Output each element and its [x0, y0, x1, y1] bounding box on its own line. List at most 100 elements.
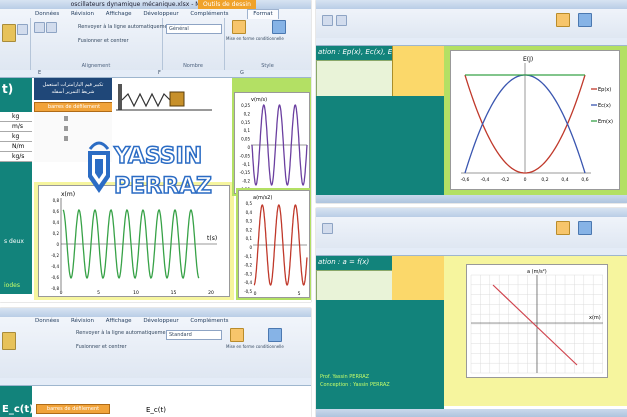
- ytick-label: 0,8: [53, 198, 60, 203]
- chart-v-yticks: 0,250,20,150,10,050-0,05-0,1-0,15-0,2-0,…: [240, 103, 251, 192]
- value-strip: [392, 46, 445, 98]
- column-headers: [0, 378, 311, 386]
- table-format-icon[interactable]: [272, 20, 286, 34]
- unit-cell: kg/s: [0, 152, 32, 162]
- column-headers: [316, 248, 627, 256]
- align-icon[interactable]: [34, 22, 45, 33]
- formula-title: ation : a = f(x): [318, 258, 370, 266]
- xtick-label: -0,6: [461, 177, 470, 183]
- status-bar: [316, 409, 627, 417]
- col-f-header[interactable]: F: [158, 70, 161, 77]
- ytick-label: 0,05: [241, 137, 250, 142]
- chart-v-title: v(m/s): [251, 97, 267, 103]
- orientation-icon[interactable]: [46, 22, 57, 33]
- legend-ec: Ec(x): [598, 103, 611, 109]
- tab-affichage[interactable]: Affichage: [101, 317, 137, 326]
- scroll-handle[interactable]: [64, 126, 68, 131]
- ribbon-icon[interactable]: [578, 13, 592, 27]
- scroll-handle[interactable]: [64, 136, 68, 141]
- ytick-label: -0,1: [242, 162, 250, 167]
- unit-cell: m/s: [0, 122, 32, 132]
- ribbon-tabs: Données Révision Affichage Développeur C…: [0, 9, 311, 19]
- conditional-format-button[interactable]: Mise en forme conditionnelle: [226, 344, 284, 349]
- col-g-header[interactable]: G: [240, 70, 244, 77]
- window-title: [316, 208, 627, 217]
- worksheet[interactable]: ation : a = f(x) Prof. Yassin PERRAZ Con…: [316, 248, 627, 417]
- ribbon-tools: Renvoyer à la ligne automatiquement Fusi…: [0, 326, 311, 378]
- xtick-label: -0,4: [481, 177, 490, 183]
- number-format-select[interactable]: Standard: [166, 330, 222, 340]
- parameter-instructions: تكبير قيم البارامترات استعمل شريط التمري…: [34, 78, 112, 100]
- chart-v-pane: v(m/s) 0,25 0,2 0,15 0,1 0,05 0 -0,05 -0,1 -0,15…: [232, 78, 311, 196]
- xtick-label: 10: [133, 290, 139, 296]
- ytick-label: -0,4: [244, 280, 252, 285]
- wrap-text-button[interactable]: Renvoyer à la ligne automatiquement: [76, 330, 171, 336]
- ytick-label: 0,2: [244, 111, 251, 116]
- ribbon-icon[interactable]: [322, 223, 333, 234]
- tab-donnees[interactable]: Données: [30, 317, 64, 326]
- ytick-label: 0,2: [53, 231, 60, 236]
- variable-label: E_c(t): [2, 404, 34, 415]
- ribbon-tools: [316, 9, 627, 38]
- chart-x-series: [62, 208, 200, 280]
- chart-accel-xtitle: x(m): [589, 315, 601, 321]
- chart-v-plot: v(m/s) 0,25 0,2 0,15 0,1 0,05 0 -0,05 -0,1 -0,15…: [234, 92, 310, 194]
- chart-accel-series: [492, 284, 578, 366]
- conditional-format-button[interactable]: Mise en forme conditionnelle: [226, 36, 284, 41]
- worksheet[interactable]: ation : Ep(x), Ec(x), Em(x) E(J) -0,6 -0,…: [316, 38, 627, 203]
- conditional-format-icon[interactable]: [232, 20, 246, 34]
- ribbon-icon[interactable]: [556, 13, 570, 27]
- table-format-icon[interactable]: [268, 328, 282, 342]
- tab-developpeur[interactable]: Développeur: [138, 317, 183, 326]
- xtick-label: -0,2: [501, 177, 510, 183]
- merge-center-button[interactable]: Fusionner et centrer: [76, 344, 127, 350]
- conditional-format-icon[interactable]: [230, 328, 244, 342]
- ytick-label: -0,6: [51, 275, 59, 280]
- units-column: kg m/s kg N/m kg/s: [0, 112, 32, 162]
- tab-revision[interactable]: Révision: [66, 317, 99, 326]
- group-style-label: Style: [261, 63, 274, 69]
- tab-complements[interactable]: Compléments: [185, 317, 233, 326]
- number-format-select[interactable]: Général: [166, 24, 222, 34]
- mass-block: [169, 91, 185, 107]
- logo-text-line1: YASSIN: [113, 144, 202, 169]
- column-headers: E F G: [0, 70, 311, 78]
- ytick-label: -0,3: [244, 271, 252, 276]
- window-title: oscillateurs dynamique mécanique.xlsx - …: [0, 0, 311, 9]
- paste-icon[interactable]: [2, 24, 16, 42]
- ytick-label: -0,8: [51, 286, 59, 291]
- ribbon-icon[interactable]: [322, 15, 333, 26]
- ribbon: oscillateurs dynamique mécanique.xlsx - …: [0, 0, 311, 71]
- xtick-label: 0: [254, 291, 257, 297]
- contextual-tab-header: Outils de dessin: [198, 0, 256, 9]
- left-teal-column: [0, 78, 32, 294]
- chart-x-xlabel: t(s): [207, 235, 217, 242]
- ytick-label: -0,2: [51, 253, 59, 258]
- author-line: Prof. Yassin PERRAZ: [320, 374, 370, 380]
- ribbon-group-alignment: Renvoyer à la ligne automatiquement Fusi…: [30, 18, 173, 70]
- value-strip: [392, 256, 444, 300]
- ytick-label: -0,05: [240, 153, 251, 158]
- ribbon-group-number: Général Nombre: [162, 18, 225, 70]
- paste-icon[interactable]: [2, 332, 16, 350]
- align-left-icon[interactable]: [17, 24, 28, 35]
- scroll-handle[interactable]: [64, 116, 68, 121]
- unit-cell: kg: [0, 112, 32, 122]
- function-label: E_c(t): [146, 406, 166, 414]
- ribbon-icon[interactable]: [578, 221, 592, 235]
- ytick-label: 0,4: [53, 220, 60, 225]
- formula-banner: ation : Ep(x), Ec(x), Em(x): [316, 46, 409, 60]
- col-e-header[interactable]: E: [38, 70, 41, 77]
- ribbon-icon[interactable]: [556, 221, 570, 235]
- ytick-label: 0,25: [241, 103, 250, 108]
- merge-center-button[interactable]: Fusionner et centrer: [78, 38, 129, 44]
- chart-energy-plot: E(J) -0,6 -0,4 -0,2 0 0,2 0,4 0,6 Ep(x) Ec(x) …: [450, 50, 620, 190]
- arabic-instructions: تكبير قيم البارامترات استعمل شريط التمري…: [42, 82, 104, 95]
- excel-window-top-right: ation : Ep(x), Ec(x), Em(x) E(J) -0,6 -0,…: [316, 0, 627, 203]
- worksheet[interactable]: E_c(t) barres de défilement E_c(t): [0, 378, 311, 417]
- excel-window-bottom-left: Données Révision Affichage Développeur C…: [0, 308, 311, 417]
- ytick-label: 0: [249, 245, 252, 250]
- wrap-text-button[interactable]: Renvoyer à la ligne automatiquement: [78, 24, 173, 30]
- xtick-label: 0,2: [541, 177, 548, 183]
- ribbon-icon[interactable]: [336, 15, 347, 26]
